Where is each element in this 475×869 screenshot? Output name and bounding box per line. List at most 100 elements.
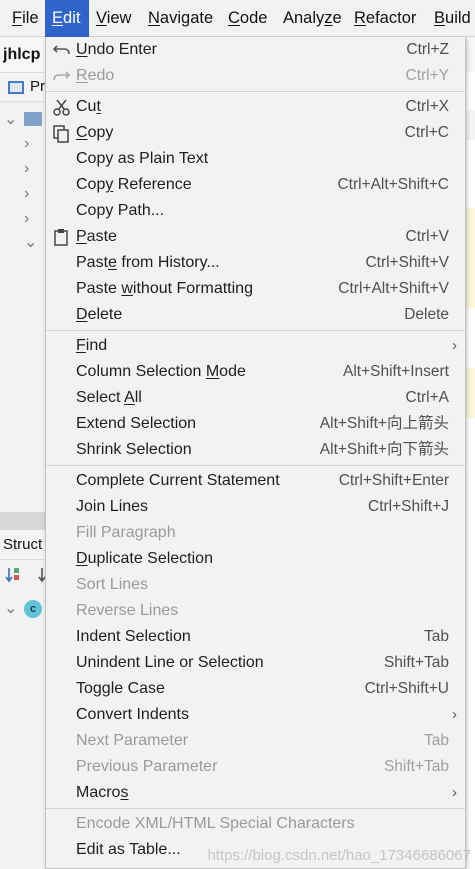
edit-menu: Undo Enter Ctrl+Z Redo Ctrl+Y Cut Ctrl+X Copy C… [45,37,466,869]
menu-item-cut[interactable]: Cut Ctrl+X [46,94,465,120]
editor-edge [465,38,475,869]
menu-item-label: Sort Lines [76,576,149,593]
menu-analyze[interactable]: Analyze [277,0,348,37]
chevron-right-icon[interactable]: › [24,185,29,203]
menu-build[interactable]: Build [428,0,475,37]
menu-item-shortcut: Tab [424,732,449,749]
menu-item-label: Paste from History... [76,254,220,271]
project-tool-tab[interactable]: Pr [0,72,45,102]
scissors-icon [51,94,73,120]
menu-item-shortcut: Ctrl+Z [406,41,449,58]
structure-tab[interactable]: Struct [0,530,45,560]
menu-item-label: Indent Selection [76,628,191,645]
menu-item-duplicate-selection[interactable]: Duplicate Selection [46,546,465,572]
copy-icon [51,120,73,146]
menu-item-shrink-selection[interactable]: Shrink Selection Alt+Shift+向下箭头 [46,437,465,463]
menu-item-paste[interactable]: Paste Ctrl+V [46,224,465,250]
submenu-arrow-icon: › [452,706,457,723]
menu-edit[interactable]: Edit [45,0,89,37]
menu-item-label: Paste [76,228,117,245]
menu-item-complete-current-statement[interactable]: Complete Current Statement Ctrl+Shift+Ent… [46,468,465,494]
menu-item-redo[interactable]: Redo Ctrl+Y [46,63,465,89]
menu-item-shortcut: Alt+Shift+向下箭头 [319,441,449,458]
menu-item-fill-paragraph[interactable]: Fill Paragraph [46,520,465,546]
menu-item-label: Redo [76,67,115,84]
menu-item-find[interactable]: Find › [46,333,465,359]
menu-item-label: Encode XML/HTML Special Characters [76,815,355,832]
folder-icon [24,112,42,126]
menu-navigate[interactable]: Navigate [142,0,219,37]
menu-item-column-selection-mode[interactable]: Column Selection Mode Alt+Shift+Insert [46,359,465,385]
menu-item-paste-from-history[interactable]: Paste from History... Ctrl+Shift+V [46,250,465,276]
menu-item-undo-enter[interactable]: Undo Enter Ctrl+Z [46,37,465,63]
menu-item-shortcut: Alt+Shift+向上箭头 [319,415,449,432]
menu-item-label: Convert Indents [76,706,189,723]
menu-item-delete[interactable]: Delete Delete [46,302,465,328]
menu-separator [46,808,465,809]
undo-icon [51,37,73,63]
chevron-right-icon[interactable]: › [24,210,29,228]
chevron-right-icon[interactable]: › [24,135,29,153]
chevron-down-icon[interactable]: ⌄ [24,232,37,252]
menu-item-macros[interactable]: Macros › [46,780,465,806]
menu-item-label: Extend Selection [76,415,197,432]
menu-file[interactable]: File [6,0,45,37]
menu-item-next-parameter[interactable]: Next Parameter Tab [46,728,465,754]
menu-item-shortcut: Ctrl+Alt+Shift+V [338,280,449,297]
menu-refactor[interactable]: Refactor [348,0,422,37]
menu-item-label: Copy [76,124,114,141]
menu-item-join-lines[interactable]: Join Lines Ctrl+Shift+J [46,494,465,520]
menu-item-label: Toggle Case [76,680,165,697]
menu-item-label: Next Parameter [76,732,189,749]
menu-item-label: Paste without Formatting [76,280,253,297]
menu-view[interactable]: View [90,0,137,37]
menu-item-convert-indents[interactable]: Convert Indents › [46,702,465,728]
menu-item-shortcut: Tab [424,628,449,645]
menu-code[interactable]: Code [222,0,273,37]
chevron-right-icon[interactable]: › [24,160,29,178]
panel-divider [0,512,45,530]
menu-separator [46,91,465,92]
menu-item-label: Reverse Lines [76,602,179,619]
menu-item-label: Edit as Table... [76,841,181,858]
menu-item-copy-reference[interactable]: Copy Reference Ctrl+Alt+Shift+C [46,172,465,198]
project-title: jhlcp [0,38,45,72]
menu-item-unindent-line-or-selection[interactable]: Unindent Line or Selection Shift+Tab [46,650,465,676]
submenu-arrow-icon: › [452,337,457,354]
menu-item-shortcut: Shift+Tab [383,758,449,775]
menu-item-reverse-lines[interactable]: Reverse Lines [46,598,465,624]
structure-toolbar [0,560,45,590]
menu-item-shortcut: Ctrl+Alt+Shift+C [337,176,449,193]
menu-item-shortcut: Shift+Tab [383,654,449,671]
menu-item-shortcut: Ctrl+Y [405,67,450,84]
menu-item-indent-selection[interactable]: Indent Selection Tab [46,624,465,650]
menu-item-copy-as-plain-text[interactable]: Copy as Plain Text [46,146,465,172]
menu-item-copy-path[interactable]: Copy Path... [46,198,465,224]
project-tab-label: Pr [30,78,45,95]
menu-item-encode-xml-html-special-characters[interactable]: Encode XML/HTML Special Characters [46,811,465,837]
menu-item-shortcut: Ctrl+Shift+J [368,498,449,515]
menu-separator [46,465,465,466]
menu-item-label: Select All [76,389,142,406]
chevron-down-icon[interactable]: ⌄ [4,109,17,129]
class-icon: c [24,600,42,618]
redo-icon [51,63,73,89]
menu-item-label: Cut [76,98,101,115]
menu-item-extend-selection[interactable]: Extend Selection Alt+Shift+向上箭头 [46,411,465,437]
project-tree: ⌄ › › › › ⌄ [0,102,45,512]
sort-icon[interactable] [0,560,45,590]
menu-bar: File Edit View Navigate Code Analyze Refactor B… [0,0,475,37]
project-view-icon [8,81,24,94]
menu-item-shortcut: Ctrl+X [405,98,450,115]
chevron-down-icon[interactable]: ⌄ [4,598,17,618]
menu-item-paste-without-formatting[interactable]: Paste without Formatting Ctrl+Alt+Shift+V [46,276,465,302]
menu-item-toggle-case[interactable]: Toggle Case Ctrl+Shift+U [46,676,465,702]
menu-item-previous-parameter[interactable]: Previous Parameter Shift+Tab [46,754,465,780]
menu-item-sort-lines[interactable]: Sort Lines [46,572,465,598]
menu-item-shortcut: Ctrl+V [405,228,450,245]
menu-item-copy[interactable]: Copy Ctrl+C [46,120,465,146]
menu-item-label: Fill Paragraph [76,524,176,541]
menu-item-label: Join Lines [76,498,149,515]
menu-item-select-all[interactable]: Select All Ctrl+A [46,385,465,411]
menu-item-label: Shrink Selection [76,441,192,458]
